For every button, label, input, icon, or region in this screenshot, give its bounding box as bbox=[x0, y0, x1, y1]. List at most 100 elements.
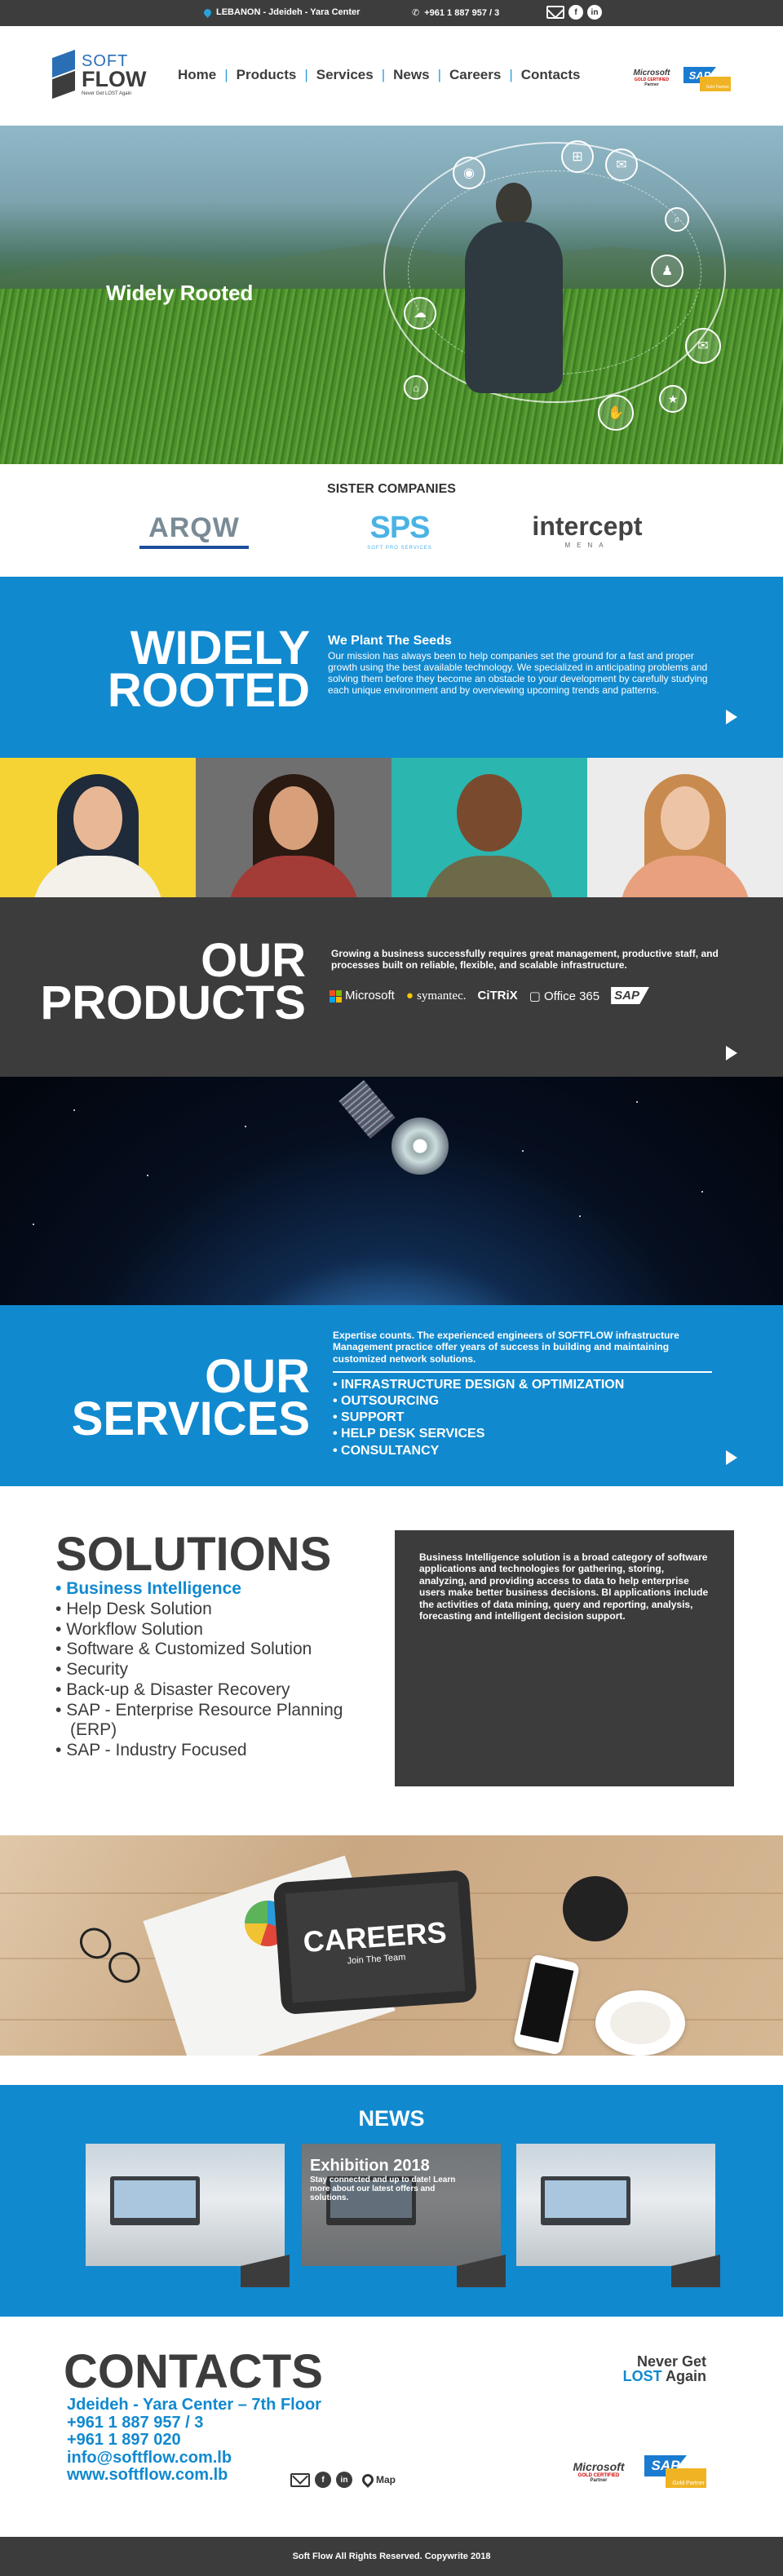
service-item[interactable]: SUPPORT bbox=[333, 1410, 624, 1426]
news-card[interactable] bbox=[516, 2144, 720, 2287]
service-item[interactable]: OUTSOURCING bbox=[333, 1393, 624, 1410]
solution-description: Business Intelligence solution is a broa… bbox=[395, 1530, 734, 1786]
slogan-lost: LOST bbox=[622, 2368, 662, 2384]
office-icon: ▢ bbox=[529, 989, 541, 1003]
microsoft-gold-badge: Microsoft GOLD CERTIFIED Partner bbox=[628, 69, 675, 93]
space-satellite-image bbox=[0, 1077, 783, 1305]
products-text: Growing a business successfully requires… bbox=[331, 948, 719, 972]
service-item[interactable]: HELP DESK SERVICES bbox=[333, 1426, 624, 1442]
news-card-desc: Stay connected and up to date! Learn mor… bbox=[310, 2175, 456, 2202]
slogan-line-1: Never Get bbox=[636, 2353, 706, 2370]
intercept-logo-sub: MENA bbox=[564, 542, 610, 549]
location-pin-icon bbox=[202, 7, 213, 18]
intercept-logo-text: intercept bbox=[532, 511, 643, 541]
widely-rooted-text: We Plant The Seeds Our mission has alway… bbox=[328, 634, 711, 697]
pen-holder-graphic bbox=[563, 1876, 628, 1941]
person-photo bbox=[392, 758, 587, 897]
coffee-cup-graphic bbox=[595, 1990, 685, 2056]
sps-logo-sub: SOFT PRO SERVICES bbox=[367, 545, 432, 551]
symantec-logo[interactable]: ● symantec. bbox=[406, 989, 467, 1003]
sap-badge-sub: Gold Partner bbox=[666, 2468, 706, 2488]
solution-item[interactable]: Back-up & Disaster Recovery bbox=[55, 1680, 349, 1701]
solution-item-active[interactable]: Business Intelligence bbox=[55, 1579, 349, 1600]
person-photo bbox=[0, 758, 196, 897]
chat-icon: ✉ bbox=[605, 148, 638, 181]
services-title: OUR SERVICES bbox=[33, 1352, 310, 1446]
widely-rooted-section: WIDELY ROOTED We Plant The Seeds Our mis… bbox=[0, 577, 783, 758]
facebook-icon[interactable]: f bbox=[315, 2472, 331, 2488]
solution-item[interactable]: SAP - Enterprise Resource Planning (ERP) bbox=[55, 1701, 349, 1742]
facebook-icon[interactable]: f bbox=[568, 5, 583, 20]
hero-title: Widely Rooted bbox=[106, 281, 254, 305]
title-line-2: PRODUCTS bbox=[40, 976, 306, 1030]
hero-banner: ◉ ⊞ ✉ ⌕ ♟ ☁ ✉ ⌂ ✋ ★ Widely Rooted bbox=[0, 126, 783, 464]
widely-rooted-title: WIDELY ROOTED bbox=[33, 624, 310, 714]
news-section: NEWS Exhibition 2018 Stay connected and … bbox=[0, 2085, 783, 2317]
mail-icon[interactable] bbox=[290, 2472, 310, 2487]
careers-tablet: CAREERS Join The Team bbox=[272, 1869, 478, 2016]
services-text: Expertise counts. The experienced engine… bbox=[333, 1330, 679, 1365]
top-bar: LEBANON - Jdeideh - Yara Center ✆ +961 1… bbox=[0, 0, 783, 26]
solution-item[interactable]: Security bbox=[55, 1660, 349, 1680]
map-link[interactable]: Map bbox=[360, 2472, 396, 2488]
nav-contacts[interactable]: Contacts bbox=[513, 67, 589, 83]
next-arrow-icon[interactable] bbox=[726, 1046, 737, 1060]
sap-logo[interactable]: SAP bbox=[611, 987, 649, 1004]
nav-news[interactable]: News bbox=[385, 67, 437, 83]
slogan: Never Get LOST Again bbox=[604, 2354, 706, 2383]
careers-banner[interactable]: CAREERS Join The Team bbox=[0, 1835, 783, 2056]
service-item[interactable]: INFRASTRUCTURE DESIGN & OPTIMIZATION bbox=[333, 1377, 624, 1393]
contact-email[interactable]: info@softflow.com.lb bbox=[67, 2449, 321, 2468]
citrix-logo[interactable]: CiTRiX bbox=[477, 989, 517, 1003]
nav-services[interactable]: Services bbox=[308, 67, 382, 83]
news-title: NEWS bbox=[358, 2106, 425, 2131]
next-arrow-icon[interactable] bbox=[726, 710, 737, 724]
logo-mark-icon bbox=[51, 54, 77, 96]
news-card[interactable] bbox=[86, 2144, 290, 2287]
intercept-logo[interactable]: intercept MENA bbox=[522, 510, 652, 551]
solution-item[interactable]: Help Desk Solution bbox=[55, 1600, 349, 1620]
map-pin-icon bbox=[360, 2472, 376, 2488]
softflow-logo[interactable]: SOFT FLOW Never Get LOST Again bbox=[51, 51, 157, 101]
news-card[interactable]: Exhibition 2018 Stay connected and up to… bbox=[302, 2144, 506, 2287]
nav-careers[interactable]: Careers bbox=[441, 67, 509, 83]
like-icon: ✋ bbox=[598, 395, 634, 431]
nav-products[interactable]: Products bbox=[228, 67, 305, 83]
microsoft-logo[interactable]: Microsoft bbox=[330, 989, 395, 1003]
contact-phone-1[interactable]: +961 1 887 957 / 3 bbox=[67, 2414, 321, 2432]
contact-website[interactable]: www.softflow.com.lb bbox=[67, 2467, 321, 2485]
logo-tagline: Never Get LOST Again bbox=[82, 91, 132, 96]
sap-gold-badge: SAP Gold Partner bbox=[644, 2455, 706, 2490]
phone-info[interactable]: ✆ +961 1 887 957 / 3 bbox=[412, 7, 499, 19]
contact-phone-2[interactable]: +961 1 897 020 bbox=[67, 2432, 321, 2450]
hero-person bbox=[457, 183, 571, 395]
news-card-title: Exhibition 2018 bbox=[310, 2157, 430, 2175]
widely-rooted-body: Our mission has always been to help comp… bbox=[328, 649, 708, 697]
mail-icon[interactable] bbox=[546, 6, 564, 19]
arqw-logo[interactable]: ARQW bbox=[137, 510, 251, 551]
slogan-line-2: Again bbox=[665, 2368, 706, 2384]
linkedin-icon[interactable]: in bbox=[587, 5, 602, 20]
location-text: LEBANON - Jdeideh - Yara Center bbox=[216, 7, 361, 17]
title-line-2: SERVICES bbox=[71, 1392, 310, 1446]
solution-item[interactable]: Software & Customized Solution bbox=[55, 1640, 349, 1660]
nav-home[interactable]: Home bbox=[170, 67, 224, 83]
footer-copyright: Soft Flow All Rights Reserved. Copywrite… bbox=[292, 2552, 491, 2561]
office365-logo[interactable]: ▢ Office 365 bbox=[529, 989, 599, 1003]
solution-item[interactable]: Workflow Solution bbox=[55, 1620, 349, 1640]
site-footer: Soft Flow All Rights Reserved. Copywrite… bbox=[0, 2537, 783, 2576]
location-info: LEBANON - Jdeideh - Yara Center bbox=[202, 7, 361, 18]
people-strip bbox=[0, 758, 783, 897]
service-item[interactable]: CONSULTANCY bbox=[333, 1443, 624, 1459]
phone-graphic bbox=[512, 1954, 581, 2056]
contact-address: Jdeideh - Yara Center – 7th Floor bbox=[67, 2396, 321, 2414]
next-arrow-icon[interactable] bbox=[726, 1450, 737, 1465]
product-vendor-logos: Microsoft ● symantec. CiTRiX ▢ Office 36… bbox=[330, 987, 649, 1004]
arqw-logo-text: ARQW bbox=[148, 511, 240, 543]
microsoft-windows-icon bbox=[330, 989, 342, 1003]
sps-logo[interactable]: SPS SOFT PRO SERVICES bbox=[359, 510, 440, 551]
solutions-section: SOLUTIONS Business Intelligence Help Des… bbox=[0, 1486, 783, 1835]
symantec-check-icon: ● bbox=[405, 988, 414, 1003]
solution-item[interactable]: SAP - Industry Focused bbox=[55, 1741, 349, 1761]
linkedin-icon[interactable]: in bbox=[336, 2472, 352, 2488]
